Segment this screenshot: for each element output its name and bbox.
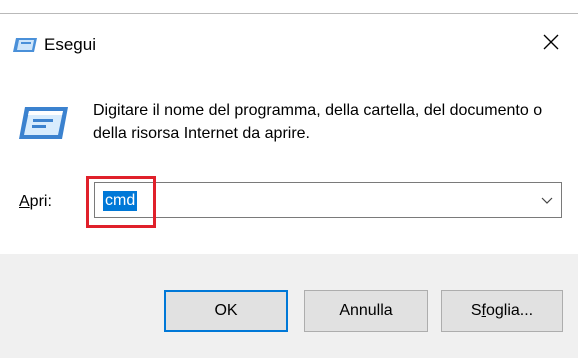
ok-button[interactable]: OK [164, 290, 288, 332]
run-icon [13, 38, 37, 52]
annotation-highlight-box [86, 176, 156, 228]
open-combobox[interactable]: cmd [94, 182, 562, 218]
run-icon [19, 107, 68, 139]
close-button[interactable] [531, 26, 571, 58]
title-bar[interactable]: Esegui [0, 14, 578, 66]
open-label: Apri: [19, 193, 52, 210]
browse-button[interactable]: Sf oglia... [441, 290, 563, 332]
window-title: Esegui [44, 35, 96, 54]
description-text: Digitare il nome del programma, della ca… [93, 102, 543, 142]
close-icon [543, 34, 559, 50]
chevron-down-icon[interactable] [541, 194, 553, 206]
cancel-button[interactable]: Annulla [304, 290, 428, 332]
